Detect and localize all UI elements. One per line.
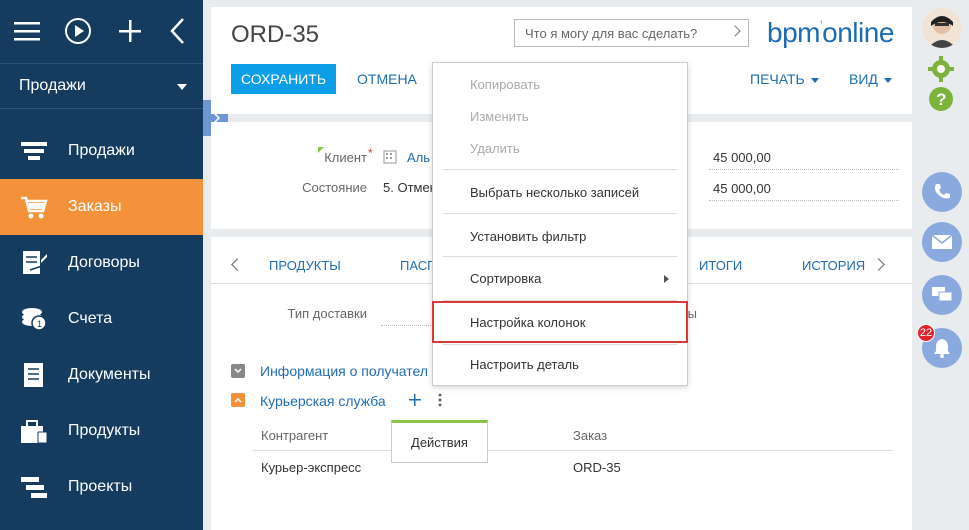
tab-scroll-left-icon[interactable] [231,258,244,271]
svg-text:?: ? [936,90,946,109]
delivery-type-underline [381,325,431,326]
document-icon [20,362,48,388]
tab-history[interactable]: ИСТОРИЯ [802,258,865,273]
search-placeholder: Что я могу для вас сделать? [525,26,698,41]
collapse-group-icon[interactable] [231,364,245,378]
sidebar: Продажи Продажи Заказы Договоры 1 Счета … [0,0,203,530]
logo: bpm'online [767,17,894,48]
menu-item-label: Сортировка [470,271,542,286]
column-header[interactable]: Заказ [573,428,607,443]
submenu-arrow-icon [664,275,669,283]
command-search-input[interactable]: Что я могу для вас сделать? [514,19,749,47]
building-icon [383,150,397,164]
play-process-icon[interactable] [63,16,93,46]
coins-icon: 1 [20,306,48,332]
delivery-type-label: Тип доставки [287,306,368,321]
actions-tooltip: Действия [391,420,488,463]
menu-separator [443,344,677,345]
menu-item-sort[interactable]: Сортировка [433,271,687,293]
expand-group-icon[interactable] [231,393,245,407]
chevron-right-icon [729,25,741,37]
view-label: ВИД [849,71,878,87]
right-panel: ? [918,0,969,530]
menu-item-edit[interactable]: Изменить [433,109,687,131]
amount-value: 45 000,00 [713,150,771,165]
hamburger-menu-icon[interactable] [12,16,42,46]
menu-separator [443,213,677,214]
print-button[interactable]: ПЕЧАТЬ [750,71,819,87]
menu-separator [443,169,677,170]
sidebar-item-label: Продажи [68,142,135,159]
amount-underline [709,200,899,201]
more-actions-icon[interactable] [437,392,443,408]
amount-underline [709,169,899,170]
sidebar-item-label: Договоры [68,254,140,271]
chevron-down-icon [810,77,819,83]
recipient-info-group[interactable]: Информация о получател [260,363,428,379]
amount-value: 45 000,00 [713,181,771,196]
detail-actions-menu: Копировать Изменить Удалить Выбрать неск… [432,62,688,386]
table-cell[interactable]: Курьер-экспресс [261,460,361,475]
menu-item-set-filter[interactable]: Установить фильтр [433,229,687,251]
page-title: ORD-35 [231,21,320,48]
column-header[interactable]: Контрагент [261,428,328,443]
tab-scroll-right-icon[interactable] [872,258,885,271]
client-label: Клиент [324,150,367,165]
tab-totals[interactable]: ИТОГИ [699,258,742,273]
menu-item-copy[interactable]: Копировать [433,77,687,99]
svg-text:1: 1 [37,319,42,329]
state-label: Состояние [302,180,367,195]
courier-service-group[interactable]: Курьерская служба [260,393,386,409]
sidebar-item-orders[interactable]: Заказы [0,179,203,235]
sidebar-item-invoices[interactable]: 1 Счета [0,291,203,347]
table-header-divider [253,450,893,451]
table-cell[interactable]: ORD-35 [573,460,621,475]
sidebar-item-products[interactable]: Продукты [0,403,203,459]
back-icon[interactable] [163,16,193,46]
sidebar-item-label: Заказы [68,198,122,215]
avatar[interactable] [922,8,962,48]
add-icon[interactable] [115,16,145,46]
projects-icon [20,474,48,500]
tab-products[interactable]: ПРОДУКТЫ [269,258,341,273]
email-icon[interactable] [922,222,962,262]
menu-item-setup-detail[interactable]: Настроить деталь [433,357,687,379]
menu-item-select-multiple[interactable]: Выбрать несколько записей [433,185,687,207]
menu-item-delete[interactable]: Удалить [433,141,687,163]
required-marker: * [368,146,373,160]
notification-count-badge: 22 [917,324,935,342]
state-value[interactable]: 5. Отмен [383,180,437,195]
gear-icon[interactable] [928,56,954,85]
section-selector[interactable]: Продажи [0,63,203,109]
cancel-button[interactable]: ОТМЕНА [357,71,417,87]
sidebar-item-projects[interactable]: Проекты [0,459,203,515]
tab-passport[interactable]: ПАСП [400,258,436,273]
sidebar-item-label: Счета [68,310,113,327]
save-button[interactable]: СОХРАНИТЬ [231,64,336,94]
print-label: ПЕЧАТЬ [750,71,805,87]
sidebar-item-documents[interactable]: Документы [0,347,203,403]
section-selector-label: Продажи [19,77,86,94]
phone-icon[interactable] [922,172,962,212]
sidebar-item-contracts[interactable]: Договоры [0,235,203,291]
contract-icon [20,250,48,276]
products-icon [20,418,48,444]
sidebar-item-label: Продукты [68,422,141,439]
sidebar-item-sales[interactable]: Продажи [0,123,203,179]
chevron-down-icon [177,84,187,90]
chevron-down-icon [883,77,892,83]
partial-label: ы [687,306,697,321]
highlight-frame [432,301,688,343]
sidebar-item-label: Документы [68,366,151,383]
sidebar-item-label: Проекты [68,478,133,495]
add-record-icon[interactable] [408,393,422,407]
menu-separator [443,256,677,257]
funnel-icon [20,138,48,164]
sidebar-topbar [0,0,203,63]
chat-icon[interactable] [922,275,962,315]
help-icon[interactable]: ? [928,86,954,115]
cart-icon [20,194,48,220]
client-link[interactable]: Аль [407,150,430,165]
view-button[interactable]: ВИД [849,71,892,87]
